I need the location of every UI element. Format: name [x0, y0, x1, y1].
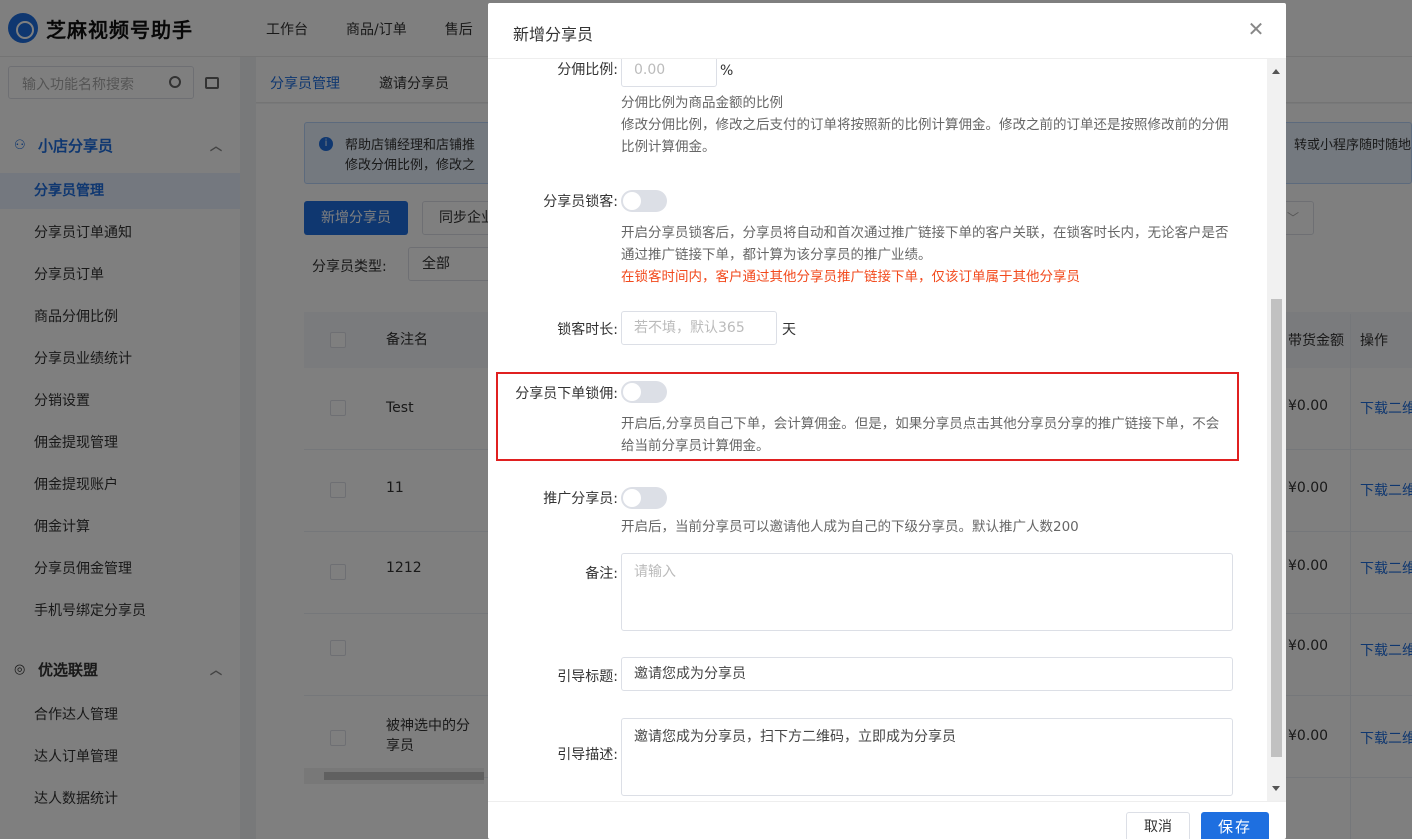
commission-rate-label: 分佣比例: [557, 62, 618, 78]
remark-textarea[interactable]: 请输入 [621, 553, 1233, 631]
self-order-lock-toggle[interactable] [621, 381, 667, 403]
self-order-lock-desc: 开启后,分享员自己下单，会计算佣金。但是，如果分享员点击其他分享员分享的推广链接… [621, 416, 1220, 454]
scroll-up-icon[interactable] [1272, 69, 1280, 74]
remark-label: 备注: [585, 566, 618, 582]
promote-sharer-label: 推广分享员: [543, 491, 618, 507]
percent-unit: % [720, 63, 734, 79]
dialog-body: 分佣比例: 0.00 % 分佣比例为商品金额的比例 修改分佣比例，修改之后支付的… [488, 59, 1286, 801]
guide-desc-label: 引导描述: [557, 747, 618, 763]
self-order-lock-label: 分享员下单锁佣: [515, 386, 618, 402]
guide-title-label: 引导标题: [557, 669, 618, 685]
lock-customer-warning: 在锁客时间内，客户通过其他分享员推广链接下单，仅该订单属于其他分享员 [621, 269, 1080, 285]
scroll-down-icon[interactable] [1272, 786, 1280, 791]
add-sharer-dialog: 新增分享员 ✕ 分佣比例: 0.00 % 分佣比例为商品金额的比例 修改分佣比例… [488, 3, 1286, 839]
save-button[interactable]: 保存 [1201, 812, 1269, 839]
promote-sharer-desc: 开启后，当前分享员可以邀请他人成为自己的下级分享员。默认推广人数200 [621, 519, 1079, 535]
dialog-title: 新增分享员 [513, 25, 594, 44]
guide-title-input[interactable]: 邀请您成为分享员 [621, 657, 1233, 691]
dialog-footer: 取消 保存 [488, 801, 1286, 839]
lock-duration-input[interactable]: 若不填，默认365 [621, 311, 777, 345]
commission-desc-1: 分佣比例为商品金额的比例 [621, 95, 783, 111]
guide-desc-textarea[interactable]: 邀请您成为分享员，扫下方二维码，立即成为分享员 [621, 718, 1233, 796]
dialog-header: 新增分享员 ✕ [488, 3, 1286, 59]
lock-customer-label: 分享员锁客: [543, 194, 618, 210]
lock-customer-toggle[interactable] [621, 190, 667, 212]
promote-sharer-toggle[interactable] [621, 487, 667, 509]
lock-customer-desc: 开启分享员锁客后，分享员将自动和首次通过推广链接下单的客户关联，在锁客时长内，无… [621, 225, 1229, 263]
day-unit: 天 [782, 322, 796, 338]
cancel-button[interactable]: 取消 [1126, 812, 1190, 839]
commission-rate-input[interactable]: 0.00 [621, 59, 717, 87]
commission-desc-2: 修改分佣比例，修改之后支付的订单将按照新的比例计算佣金。修改之前的订单还是按照修… [621, 117, 1229, 155]
scrollbar-thumb[interactable] [1271, 299, 1282, 757]
dialog-scrollbar[interactable] [1267, 59, 1286, 801]
close-icon[interactable]: ✕ [1246, 19, 1266, 39]
lock-duration-label: 锁客时长: [557, 322, 618, 338]
